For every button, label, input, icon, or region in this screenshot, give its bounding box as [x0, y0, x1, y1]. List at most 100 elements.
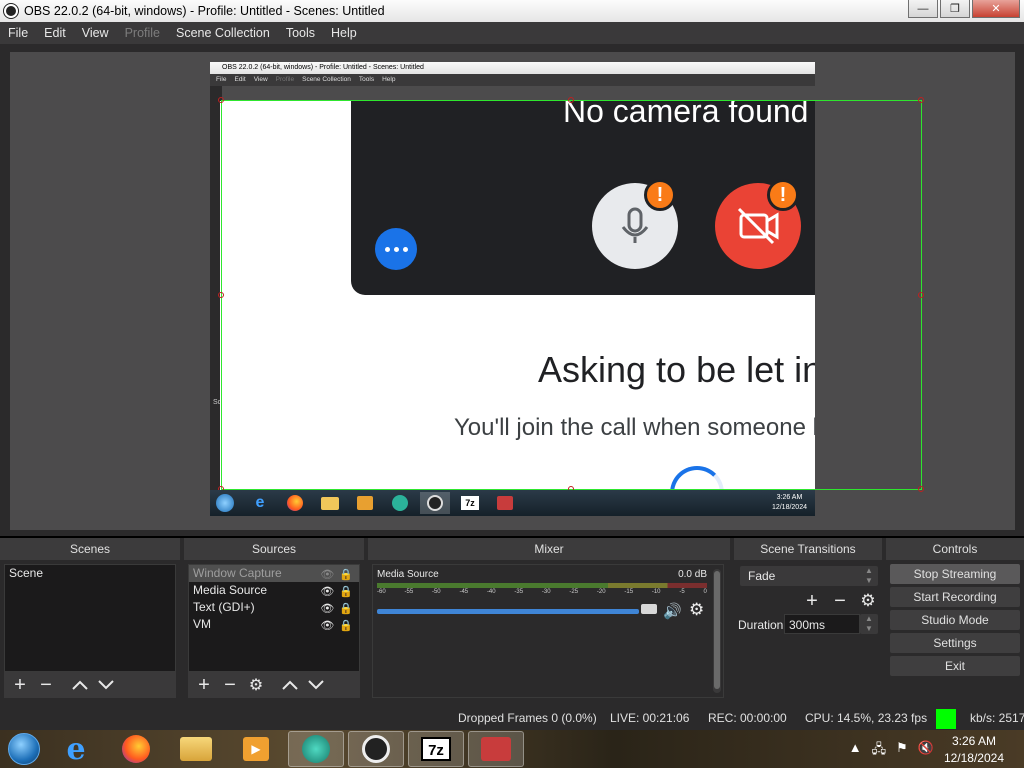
docks-area: Scenes Scene + − Sources Window Capture …: [0, 538, 1024, 704]
transitions-dock-title: Scene Transitions: [734, 538, 882, 560]
status-bar: Dropped Frames 0 (0.0%) LIVE: 00:21:06 R…: [0, 704, 1024, 730]
nested-vm-icon: [385, 492, 415, 514]
taskbar-obs[interactable]: [348, 731, 404, 767]
resize-handle-top-left[interactable]: [218, 97, 224, 103]
minimize-button[interactable]: —: [908, 0, 938, 18]
transition-select-arrows[interactable]: ▲ ▼: [860, 566, 878, 586]
resize-handle-bottom-right[interactable]: [918, 486, 924, 492]
scene-item[interactable]: Scene: [5, 565, 175, 582]
duration-label: Duration: [738, 618, 784, 632]
add-scene-icon[interactable]: +: [8, 674, 32, 696]
visibility-eye-icon[interactable]: 👁: [320, 618, 334, 635]
taskbar-media-player[interactable]: ▶: [228, 731, 284, 767]
volume-muted-icon[interactable]: 🔇: [918, 740, 934, 762]
transitions-toolbar: + − ⚙: [800, 590, 880, 612]
network-icon[interactable]: 🖧: [872, 740, 887, 762]
menu-profile[interactable]: Profile: [117, 26, 168, 40]
taskbar-file-explorer[interactable]: [168, 731, 224, 767]
taskbar-firefox[interactable]: [108, 731, 164, 767]
exit-button[interactable]: Exit: [890, 656, 1020, 676]
nested-clock-date: 12/18/2024: [771, 504, 807, 511]
settings-button[interactable]: Settings: [890, 633, 1020, 653]
menu-edit[interactable]: Edit: [36, 26, 74, 40]
meter-tick-label: -15: [624, 589, 634, 595]
menu-file[interactable]: File: [0, 26, 36, 40]
scenes-dock: Scenes Scene + −: [0, 538, 180, 704]
flag-icon[interactable]: ⚑: [896, 740, 908, 762]
nested-window-title: OBS 22.0.2 (64-bit, windows) - Profile: …: [222, 64, 424, 71]
move-scene-up-icon[interactable]: [68, 674, 92, 696]
duration-spin-arrows[interactable]: ▲ ▼: [860, 614, 878, 634]
source-item-window-capture[interactable]: Window Capture 👁 🔒: [189, 565, 359, 582]
menu-scene-collection[interactable]: Scene Collection: [168, 26, 278, 40]
meter-tick-label: -30: [541, 589, 551, 595]
taskbar-7zip[interactable]: 7z: [408, 731, 464, 767]
volume-slider[interactable]: [377, 609, 639, 614]
source-properties-gear-icon[interactable]: ⚙: [244, 674, 268, 696]
start-button[interactable]: [0, 730, 48, 768]
window-controls: — ❐ ✕: [908, 0, 1020, 18]
scenes-list[interactable]: Scene: [4, 564, 176, 672]
mixer-scrollbar[interactable]: [713, 569, 721, 693]
remove-transition-icon[interactable]: −: [828, 590, 852, 612]
speaker-icon[interactable]: 🔊: [663, 602, 682, 620]
nested-menu-bar: File Edit View Profile Scene Collection …: [210, 74, 815, 86]
maximize-button[interactable]: ❐: [940, 0, 970, 18]
meter-tick-label: -55: [404, 589, 414, 595]
windows-taskbar: e ▶ 7z ▲ 🖧 ⚑ 🔇 3:26 AM 12/18/2024: [0, 730, 1024, 768]
meter-tick-label: -5: [679, 589, 685, 595]
move-source-down-icon[interactable]: [304, 674, 328, 696]
studio-mode-button[interactable]: Studio Mode: [890, 610, 1020, 630]
move-source-up-icon[interactable]: [278, 674, 302, 696]
resize-handle-right[interactable]: [918, 292, 924, 298]
7zip-icon: 7z: [421, 737, 451, 761]
obs-icon: [362, 735, 390, 763]
start-recording-button[interactable]: Start Recording: [890, 587, 1020, 607]
transition-select[interactable]: Fade: [740, 566, 874, 586]
mixer-dock-title: Mixer: [368, 538, 730, 560]
nested-title-bar: OBS 22.0.2 (64-bit, windows) - Profile: …: [210, 62, 815, 74]
remove-source-icon[interactable]: −: [218, 674, 242, 696]
tray-expand-icon[interactable]: ▲: [849, 740, 862, 762]
media-player-icon: ▶: [243, 737, 269, 761]
source-item-media-source[interactable]: Media Source 👁 🔒: [189, 582, 359, 599]
stop-streaming-button[interactable]: Stop Streaming: [890, 564, 1020, 584]
nested-ie-icon: e: [255, 494, 265, 511]
move-scene-down-icon[interactable]: [94, 674, 118, 696]
transition-gear-icon[interactable]: ⚙: [856, 590, 880, 612]
window-title: OBS 22.0.2 (64-bit, windows) - Profile: …: [24, 4, 385, 18]
source-bounding-box[interactable]: [221, 100, 922, 490]
controls-dock: Controls Stop Streaming Start Recording …: [886, 538, 1024, 704]
taskbar-archive-app[interactable]: [468, 731, 524, 767]
volume-slider-knob[interactable]: [641, 604, 657, 614]
nested-obs-icon: [420, 492, 450, 514]
taskbar-internet-explorer[interactable]: e: [48, 731, 104, 767]
clock-time: 3:26 AM: [951, 734, 996, 748]
remove-scene-icon[interactable]: −: [34, 674, 58, 696]
scenes-toolbar: + −: [4, 672, 176, 698]
vm-app-icon: [302, 735, 330, 763]
system-clock[interactable]: 3:26 AM 12/18/2024: [944, 733, 1004, 767]
sources-list[interactable]: Window Capture 👁 🔒 Media Source 👁 🔒 Text (…: [188, 564, 360, 672]
title-bar: OBS 22.0.2 (64-bit, windows) - Profile: …: [0, 0, 1024, 22]
windows-orb-icon: [8, 733, 40, 765]
menu-tools[interactable]: Tools: [278, 26, 323, 40]
resize-handle-left[interactable]: [218, 292, 224, 298]
firefox-icon: [122, 735, 150, 763]
meter-tick-label: -25: [569, 589, 579, 595]
meter-tick-label: -50: [431, 589, 441, 595]
mixer-gear-icon[interactable]: ⚙: [689, 600, 704, 620]
meter-tick-label: -10: [651, 589, 661, 595]
close-button[interactable]: ✕: [972, 0, 1020, 18]
menu-help[interactable]: Help: [323, 26, 365, 40]
lock-icon[interactable]: 🔒: [339, 618, 353, 635]
source-item-text-gdi[interactable]: Text (GDI+) 👁 🔒: [189, 599, 359, 616]
add-source-icon[interactable]: +: [192, 674, 216, 696]
taskbar-vm-app[interactable]: [288, 731, 344, 767]
add-transition-icon[interactable]: +: [800, 590, 824, 612]
menu-view[interactable]: View: [74, 26, 117, 40]
resize-handle-top-right[interactable]: [918, 97, 924, 103]
source-item-vm[interactable]: VM 👁 🔒: [189, 616, 359, 633]
duration-input[interactable]: 300ms: [784, 614, 860, 634]
resize-handle-top[interactable]: [568, 97, 574, 103]
